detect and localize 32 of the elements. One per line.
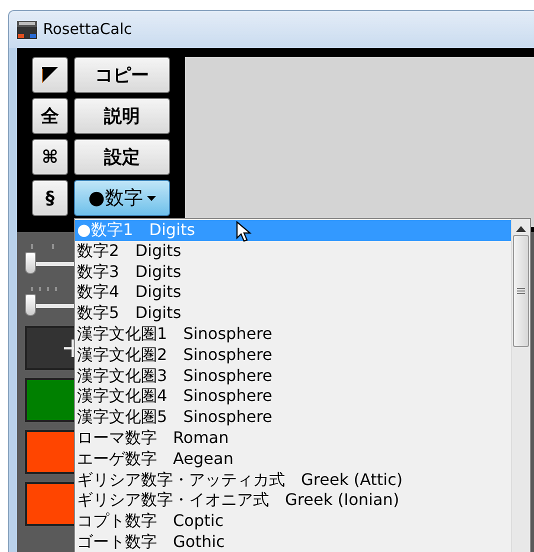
pointer-icon xyxy=(236,221,252,243)
action-button[interactable]: 説明 xyxy=(74,98,170,134)
action-button[interactable]: 設定 xyxy=(74,139,170,175)
dropdown-option[interactable]: コプト数字 Coptic xyxy=(75,511,511,532)
dropdown-option[interactable]: 数字3 Digits xyxy=(75,262,511,282)
dropdown-option[interactable]: 数字2 Digits xyxy=(75,240,511,262)
triangle-icon xyxy=(42,67,58,83)
tool-button[interactable] xyxy=(32,57,68,93)
mode-dropdown[interactable]: ●数字 xyxy=(74,180,170,216)
tool-button[interactable]: § xyxy=(32,180,68,216)
dropdown-option[interactable]: 漢字文化圏2 Sinosphere xyxy=(75,344,511,366)
dropdown-option[interactable]: ゴート数字 Gothic xyxy=(75,532,511,552)
scroll-thumb[interactable] xyxy=(513,235,529,347)
dropdown-option[interactable]: ギリシア数字・アッティカ式 Greek (Attic) xyxy=(75,470,511,490)
scrollbar[interactable] xyxy=(511,219,530,552)
dropdown-option[interactable]: 漢字文化圏1 Sinosphere xyxy=(75,324,511,345)
dropdown-option[interactable]: 漢字文化圏4 Sinosphere xyxy=(75,386,511,408)
dropdown-option[interactable]: ローマ数字 Roman xyxy=(75,428,511,449)
slider-thumb[interactable] xyxy=(25,294,36,316)
calculator-icon xyxy=(17,20,37,38)
dropdown-option[interactable]: 数字5 Digits xyxy=(75,303,511,324)
caret-icon xyxy=(146,196,156,200)
window-title: RosettaCalc xyxy=(43,19,132,40)
tool-button[interactable]: ⌘ xyxy=(32,139,68,175)
dropdown-option[interactable]: 数字4 Digits xyxy=(75,282,511,304)
dropdown-option[interactable]: ギリシア数字・イオニア式 Greek (Ionian) xyxy=(75,490,511,512)
dropdown-option[interactable]: エーゲ数字 Aegean xyxy=(75,448,511,470)
dropdown-option[interactable]: 漢字文化圏5 Sinosphere xyxy=(75,407,511,428)
slider-thumb[interactable] xyxy=(25,252,36,274)
dropdown-option[interactable]: 漢字文化圏3 Sinosphere xyxy=(75,366,511,386)
action-button[interactable]: コピー xyxy=(74,57,170,93)
tool-button[interactable]: 全 xyxy=(32,98,68,134)
